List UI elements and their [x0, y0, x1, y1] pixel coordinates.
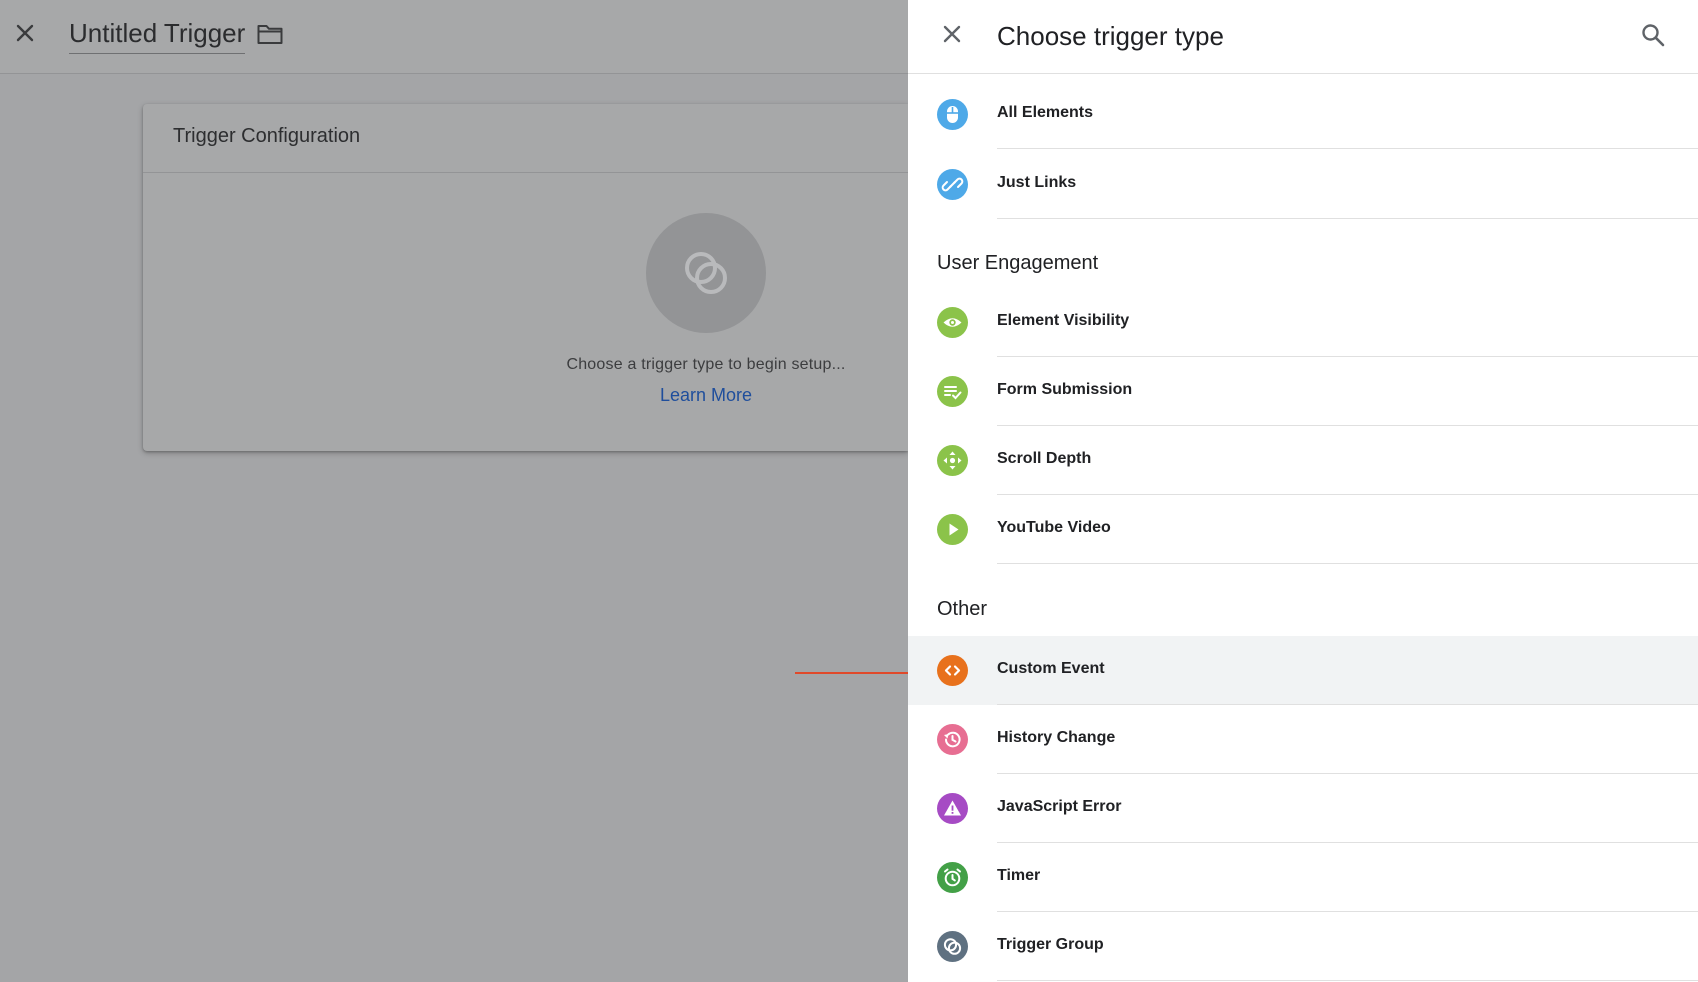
trigger-type-form-submission[interactable]: Form Submission	[908, 357, 1698, 426]
choose-trigger-type-panel: Choose trigger type All Elements Just Li…	[908, 0, 1698, 982]
close-icon[interactable]	[12, 20, 38, 46]
history-icon	[937, 724, 968, 755]
trigger-type-label: Custom Event	[997, 660, 1105, 677]
panel-header: Choose trigger type	[908, 0, 1698, 74]
folder-icon[interactable]	[256, 22, 284, 46]
scroll-arrows-icon	[937, 445, 968, 476]
trigger-type-label: Timer	[997, 867, 1041, 884]
eye-icon	[937, 307, 968, 338]
play-icon	[937, 514, 968, 545]
trigger-type-javascript-error[interactable]: JavaScript Error	[908, 774, 1698, 843]
divider	[997, 563, 1698, 564]
section-title-user-engagement: User Engagement	[937, 252, 1099, 274]
trigger-configuration-card[interactable]: Trigger Configuration Choose a trigger t…	[143, 104, 908, 451]
trigger-type-custom-event[interactable]: Custom Event	[908, 636, 1698, 705]
trigger-type-timer[interactable]: Timer	[908, 843, 1698, 912]
trigger-type-label: JavaScript Error	[997, 798, 1122, 815]
trigger-type-all-elements[interactable]: All Elements	[908, 80, 1698, 149]
search-icon[interactable]	[1640, 22, 1666, 48]
trigger-name-field[interactable]: Untitled Trigger	[69, 17, 246, 54]
trigger-type-label: Scroll Depth	[997, 450, 1092, 467]
panel-title: Choose trigger type	[997, 21, 1224, 51]
config-card-header: Trigger Configuration	[143, 104, 908, 173]
alarm-clock-icon	[937, 862, 968, 893]
form-check-icon	[937, 376, 968, 407]
trigger-type-label: All Elements	[997, 104, 1094, 121]
trigger-type-label: History Change	[997, 729, 1116, 746]
trigger-type-scroll-depth[interactable]: Scroll Depth	[908, 426, 1698, 495]
divider	[997, 980, 1698, 981]
trigger-type-just-links[interactable]: Just Links	[908, 150, 1698, 219]
trigger-group-icon	[685, 252, 727, 294]
trigger-type-label: Trigger Group	[997, 936, 1104, 953]
divider	[997, 218, 1698, 219]
trigger-group-icon	[937, 931, 968, 962]
section-title-other: Other	[937, 598, 988, 620]
code-icon	[937, 655, 968, 686]
warning-icon	[937, 793, 968, 824]
link-icon	[937, 169, 968, 200]
mouse-icon	[937, 99, 968, 130]
trigger-type-label: Form Submission	[997, 381, 1133, 398]
trigger-type-label: YouTube Video	[997, 519, 1111, 536]
trigger-type-label: Just Links	[997, 174, 1077, 191]
trigger-type-youtube-video[interactable]: YouTube Video	[908, 495, 1698, 564]
editor-header: Untitled Trigger	[0, 0, 908, 74]
divider	[997, 148, 1698, 149]
trigger-type-label: Element Visibility	[997, 312, 1130, 329]
trigger-placeholder-icon[interactable]	[646, 213, 766, 333]
trigger-type-element-visibility[interactable]: Element Visibility	[908, 288, 1698, 357]
trigger-type-trigger-group[interactable]: Trigger Group	[908, 912, 1698, 981]
trigger-editor: Untitled Trigger Trigger Configuration C…	[0, 0, 931, 982]
close-icon[interactable]	[940, 22, 964, 46]
trigger-type-history-change[interactable]: History Change	[908, 705, 1698, 774]
config-card-title: Trigger Configuration	[173, 125, 361, 147]
